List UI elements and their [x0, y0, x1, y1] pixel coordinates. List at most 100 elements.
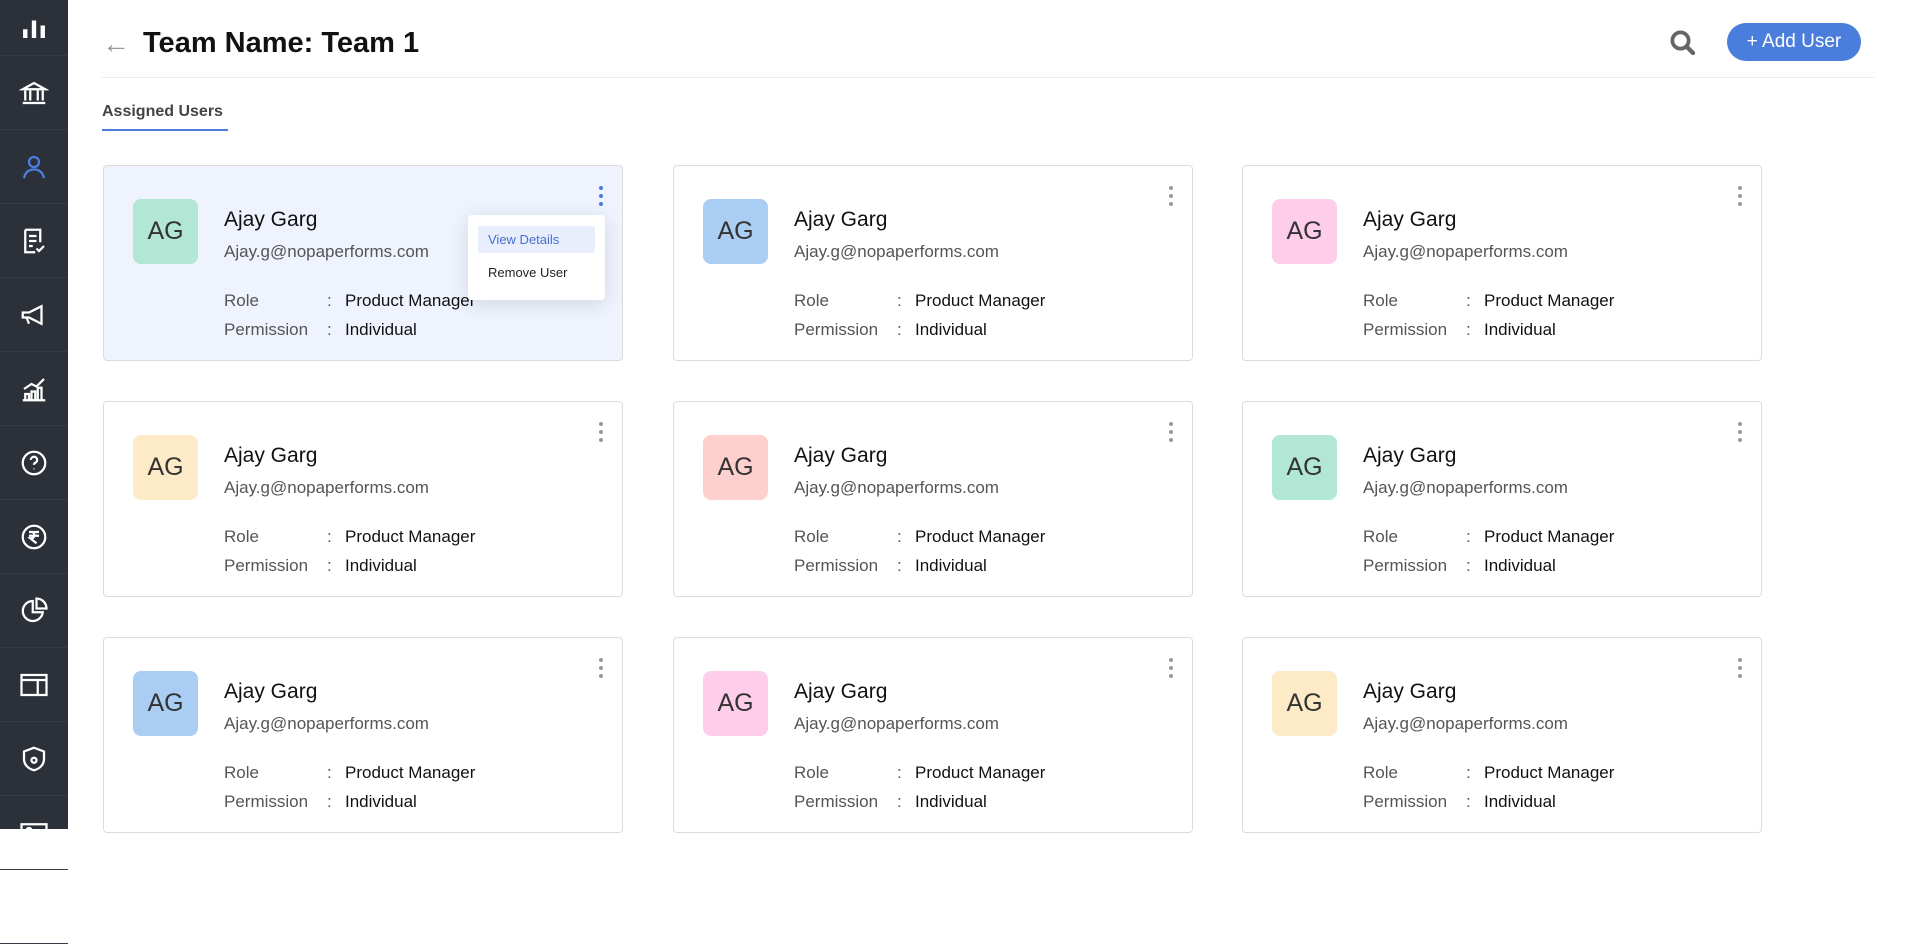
- separator: :: [897, 527, 902, 546]
- search-icon[interactable]: [1668, 28, 1698, 58]
- integrations-icon[interactable]: [0, 870, 68, 944]
- user-card[interactable]: AG Ajay Garg Ajay.g@nopaperforms.com Rol…: [673, 165, 1193, 361]
- permission-label: Permission: [224, 556, 309, 575]
- user-card[interactable]: AG Ajay Garg Ajay.g@nopaperforms.com Rol…: [103, 637, 623, 833]
- help-icon[interactable]: [0, 426, 68, 500]
- avatar: AG: [1272, 671, 1337, 736]
- role-value: Product Manager: [915, 763, 1046, 782]
- card-options-menu: View Details Remove User: [468, 215, 605, 300]
- user-email: Ajay.g@nopaperforms.com: [794, 242, 999, 261]
- separator: :: [327, 763, 332, 782]
- id-card-icon[interactable]: [0, 796, 68, 870]
- more-options-icon[interactable]: [1164, 184, 1178, 208]
- separator: :: [1466, 556, 1471, 575]
- separator: :: [327, 527, 332, 546]
- avatar: AG: [133, 671, 198, 736]
- more-options-icon[interactable]: [1164, 420, 1178, 444]
- role-value: Product Manager: [915, 527, 1046, 546]
- more-options-icon[interactable]: [594, 656, 608, 680]
- role-label: Role: [1363, 763, 1398, 782]
- permission-value: Individual: [915, 320, 987, 339]
- separator: :: [1466, 527, 1471, 546]
- user-email: Ajay.g@nopaperforms.com: [1363, 242, 1568, 261]
- avatar: AG: [703, 671, 768, 736]
- rupee-icon[interactable]: [0, 500, 68, 574]
- more-options-icon[interactable]: [594, 184, 608, 208]
- institution-icon[interactable]: [0, 56, 68, 130]
- avatar: AG: [703, 435, 768, 500]
- user-email: Ajay.g@nopaperforms.com: [224, 714, 429, 733]
- separator: :: [327, 556, 332, 575]
- role-value: Product Manager: [345, 763, 476, 782]
- megaphone-icon[interactable]: [0, 278, 68, 352]
- separator: :: [1466, 291, 1471, 310]
- role-label: Role: [224, 527, 259, 546]
- permission-value: Individual: [345, 320, 417, 339]
- template-icon[interactable]: [0, 648, 68, 722]
- role-label: Role: [794, 291, 829, 310]
- separator: :: [897, 792, 902, 811]
- user-name: Ajay Garg: [1363, 680, 1457, 703]
- analytics-icon[interactable]: [0, 0, 68, 56]
- permission-label: Permission: [1363, 556, 1448, 575]
- separator: :: [897, 320, 902, 339]
- separator: :: [897, 763, 902, 782]
- separator: :: [1466, 320, 1471, 339]
- separator: :: [327, 792, 332, 811]
- separator: :: [327, 291, 332, 310]
- role-label: Role: [1363, 527, 1398, 546]
- permission-value: Individual: [1484, 792, 1556, 811]
- user-card[interactable]: AG Ajay Garg Ajay.g@nopaperforms.com Rol…: [673, 637, 1193, 833]
- user-email: Ajay.g@nopaperforms.com: [794, 478, 999, 497]
- permission-label: Permission: [794, 792, 879, 811]
- more-options-icon[interactable]: [594, 420, 608, 444]
- add-user-button[interactable]: + Add User: [1727, 23, 1861, 61]
- user-name: Ajay Garg: [224, 680, 318, 703]
- view-details-menu-item[interactable]: View Details: [478, 226, 595, 253]
- user-card[interactable]: AG Ajay Garg Ajay.g@nopaperforms.com Rol…: [1242, 401, 1762, 597]
- role-value: Product Manager: [1484, 527, 1615, 546]
- separator: :: [897, 556, 902, 575]
- shield-icon[interactable]: [0, 722, 68, 796]
- avatar: AG: [1272, 435, 1337, 500]
- page-title: Team Name: Team 1: [143, 27, 420, 59]
- pie-chart-icon[interactable]: [0, 574, 68, 648]
- user-email: Ajay.g@nopaperforms.com: [1363, 478, 1568, 497]
- tab-assigned-users[interactable]: Assigned Users: [102, 103, 228, 131]
- growth-chart-icon[interactable]: [0, 352, 68, 426]
- separator: :: [327, 320, 332, 339]
- user-email: Ajay.g@nopaperforms.com: [794, 714, 999, 733]
- permission-value: Individual: [345, 556, 417, 575]
- role-value: Product Manager: [345, 291, 476, 310]
- user-name: Ajay Garg: [794, 680, 888, 703]
- user-card[interactable]: AG Ajay Garg Ajay.g@nopaperforms.com Rol…: [103, 401, 623, 597]
- permission-label: Permission: [794, 556, 879, 575]
- user-name: Ajay Garg: [224, 208, 318, 231]
- user-card[interactable]: AG Ajay Garg Ajay.g@nopaperforms.com Rol…: [103, 165, 623, 361]
- role-label: Role: [794, 527, 829, 546]
- user-email: Ajay.g@nopaperforms.com: [224, 242, 429, 261]
- separator: :: [897, 291, 902, 310]
- permission-value: Individual: [1484, 556, 1556, 575]
- permission-label: Permission: [794, 320, 879, 339]
- users-icon[interactable]: [0, 130, 68, 204]
- more-options-icon[interactable]: [1733, 420, 1747, 444]
- user-email: Ajay.g@nopaperforms.com: [1363, 714, 1568, 733]
- role-value: Product Manager: [1484, 291, 1615, 310]
- role-label: Role: [224, 763, 259, 782]
- role-label: Role: [224, 291, 259, 310]
- page-header: ← Team Name: Team 1 + Add User: [102, 0, 1874, 78]
- form-check-icon[interactable]: [0, 204, 68, 278]
- user-card[interactable]: AG Ajay Garg Ajay.g@nopaperforms.com Rol…: [1242, 165, 1762, 361]
- user-card[interactable]: AG Ajay Garg Ajay.g@nopaperforms.com Rol…: [1242, 637, 1762, 833]
- remove-user-menu-item[interactable]: Remove User: [478, 259, 595, 286]
- back-arrow-icon[interactable]: ←: [102, 30, 130, 58]
- more-options-icon[interactable]: [1164, 656, 1178, 680]
- user-email: Ajay.g@nopaperforms.com: [224, 478, 429, 497]
- more-options-icon[interactable]: [1733, 184, 1747, 208]
- permission-label: Permission: [224, 320, 309, 339]
- role-value: Product Manager: [345, 527, 476, 546]
- more-options-icon[interactable]: [1733, 656, 1747, 680]
- permission-label: Permission: [1363, 320, 1448, 339]
- user-card[interactable]: AG Ajay Garg Ajay.g@nopaperforms.com Rol…: [673, 401, 1193, 597]
